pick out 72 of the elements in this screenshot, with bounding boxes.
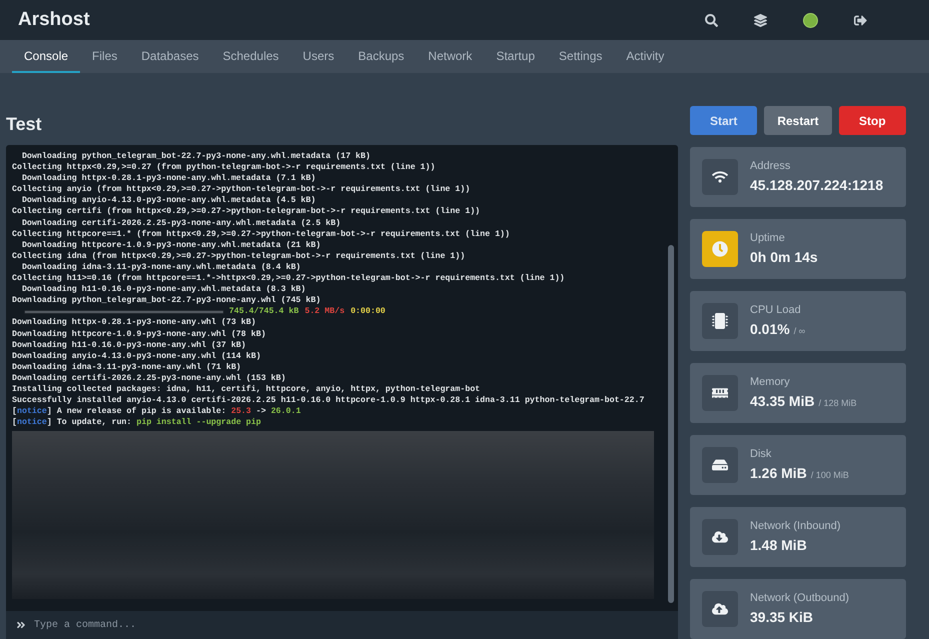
console-line: Successfully installed anyio-4.13.0 certifi-2026.2.25 h11-0.16.0 httpcore-1.0.9 httpx-0.28.1 idna-3.11 python-telegram-bot-22.7 [12,395,646,406]
nav-tab[interactable]: Settings [546,40,614,73]
console-line: Downloading python_telegram_bot-22.7-py3-none-any.whl (745 kB) [12,295,322,306]
command-field[interactable]: Type a command... [6,611,678,639]
nav-tab[interactable]: Activity [614,40,676,73]
avatar-icon[interactable] [803,12,818,28]
console-line: Collecting anyio (from httpx<0.29,>=0.27->python-telegram-bot->-r requirements.txt (line 1)) [12,184,472,196]
console-line: Downloading certifi-2026.2.25-py3-none-any.whl (153 kB) [12,372,287,384]
brand-name: Arshost [18,8,91,32]
stat-value: 1.26 MiB [750,464,807,483]
server-title: Test [6,112,42,136]
nav-tab[interactable]: Console [12,40,80,73]
console-line: Collecting httpcore==1.* (from httpx<0.29,>=0.27->python-telegram-bot->-r requirements.txt (line 1)) [12,228,511,240]
nav-tab[interactable]: Files [80,40,130,73]
cloud-upload-icon [712,601,728,617]
console-line: Downloading python_telegram_bot-22.7-py3-none-any.whl.metadata (17 kB) [20,151,372,162]
memory-icon [712,385,728,401]
stat-limit: / 100 MiB [810,468,849,482]
stat-value: 1.48 MiB [750,536,807,555]
nav-tab[interactable]: Schedules [210,40,291,73]
nav-tab[interactable]: Network [416,40,484,73]
scrollbar-thumb[interactable] [668,245,674,603]
console-line: Collecting certifi (from httpx<0.29,>=0.27->python-telegram-bot->-r requirements.txt (line 1)) [12,206,482,218]
clock-icon [712,241,728,257]
search-icon[interactable] [705,14,718,26]
console-line: [notice] A new release of pip is available: 25.3 -> 26.0.1 [12,406,302,418]
console-line: Collecting httpx<0.29,>=0.27 (from python-telegram-bot->-r requirements.txt (line 1)) [12,162,436,174]
power-button[interactable]: Start [690,106,758,135]
nav-tab[interactable]: Backups [346,40,416,73]
console-line: Downloading httpx-0.28.1-py3-none-any.whl (73 kB) [12,317,257,328]
console-line: Downloading httpx-0.28.1-py3-none-any.whl.metadata (7.1 kB) [20,173,317,184]
layers-icon[interactable] [754,14,767,26]
stat-value: 0.01% [750,320,790,339]
stat-limit: / 128 MiB [818,396,857,410]
stat-label: Disk [750,447,772,462]
console-line: Downloading httpcore-1.0.9-py3-none-any.whl.metadata (21 kB) [20,240,322,251]
stat-label: Network (Inbound) [750,519,840,534]
console-line: Collecting h11>=0.16 (from httpcore==1.*->httpx<0.29,>=0.27->python-telegram-bot->-r requirements.txt (line 1)) [12,273,566,284]
power-button[interactable]: Stop [838,106,906,135]
console-line: Downloading idna-3.11-py3-none-any.whl.metadata (8.4 kB) [20,262,302,274]
microchip-icon [712,313,728,329]
wifi-icon [712,169,728,185]
console-line: 745.4/745.4 kB 5.2 MB/s 0:00:00 [229,306,386,318]
cloud-download-icon [712,529,728,545]
power-button[interactable]: Restart [764,106,832,135]
stat-limit: / ∞ [794,324,806,338]
stat-value: 43.35 MiB [750,392,815,411]
nav-tab[interactable]: Startup [484,40,547,73]
stat-label: Network (Outbound) [750,591,850,606]
console-line: Downloading h11-0.16.0-py3-none-any.whl (37 kB) [12,340,248,351]
nav-tab[interactable]: Databases [129,40,211,73]
sign-out-icon[interactable] [854,14,867,26]
drive-icon [712,457,728,473]
nav-tab[interactable]: Users [290,40,346,73]
console-line: Downloading certifi-2026.2.25-py3-none-any.whl.metadata (2.5 kB) [20,218,342,229]
console-line: Collecting idna (from httpx<0.29,>=0.27->python-telegram-bot->-r requirements.txt (line 1)) [12,250,466,262]
console-line: Downloading httpcore-1.0.9-py3-none-any.whl (78 kB) [12,328,267,340]
double-chevron-icon [16,620,26,630]
console-line: Installing collected packages: idna, h11, certifi, httpcore, anyio, httpx, python-telegram-bot [12,384,482,396]
stat-value: 45.128.207.224:1218 [750,176,884,195]
console-line: Downloading idna-3.11-py3-none-any.whl (71 kB) [12,362,242,373]
stat-label: Address [750,159,792,174]
console-line: [notice] To update, run: pip install --upgrade pip [12,417,262,428]
console-line: Downloading anyio-4.13.0-py3-none-any.whl (114 kB) [12,350,262,362]
stat-label: Uptime [750,231,786,246]
command-input[interactable]: Type a command... [34,618,668,632]
stat-label: Memory [750,375,791,390]
stat-label: CPU Load [750,303,802,318]
console-line: Downloading anyio-4.13.0-py3-none-any.whl.metadata (4.5 kB) [20,195,317,206]
console-line: Downloading h11-0.16.0-py3-none-any.whl.metadata (8.3 kB) [20,284,307,296]
stat-value: 0h 0m 14s [750,248,818,267]
stat-value: 39.35 KiB [750,608,814,627]
